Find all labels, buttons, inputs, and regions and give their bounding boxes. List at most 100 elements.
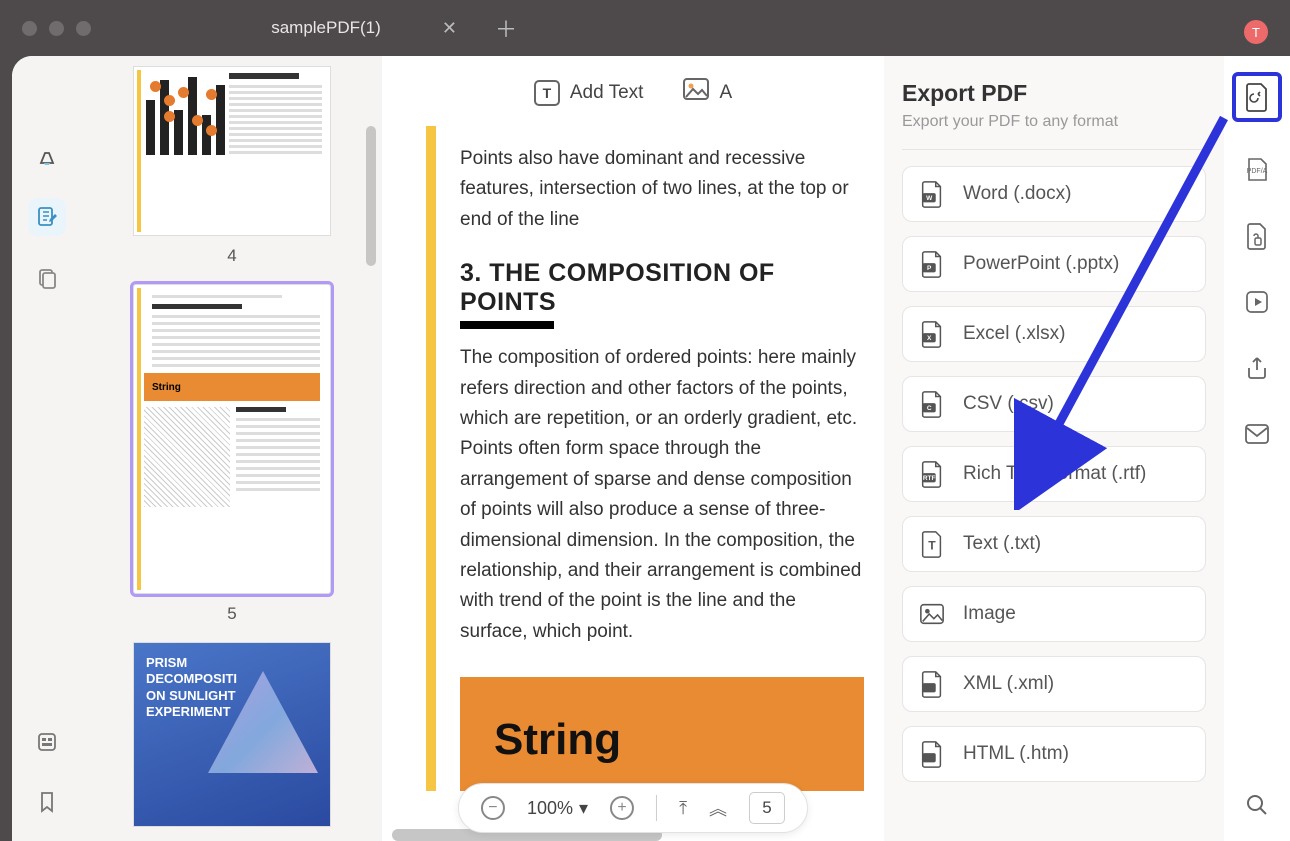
export-option-label: XML (.xml) bbox=[963, 673, 1054, 695]
excel-file-icon: X bbox=[919, 320, 945, 348]
export-panel: Export PDF Export your PDF to any format… bbox=[884, 56, 1224, 841]
form-tool-button[interactable] bbox=[28, 723, 66, 761]
export-subtitle: Export your PDF to any format bbox=[902, 113, 1206, 131]
export-option-label: HTML (.htm) bbox=[963, 743, 1069, 765]
window-controls bbox=[22, 21, 91, 36]
zoom-out-button[interactable]: − bbox=[481, 796, 505, 820]
export-option-label: Text (.txt) bbox=[963, 533, 1041, 555]
edit-tool-button[interactable] bbox=[28, 198, 66, 236]
left-sidebar-rail bbox=[12, 56, 82, 841]
export-option-label: Image bbox=[963, 603, 1016, 625]
document-content[interactable]: Points also have dominant and recessive … bbox=[410, 126, 884, 791]
mail-icon bbox=[1244, 423, 1270, 445]
user-avatar[interactable]: T bbox=[1244, 20, 1268, 44]
zoom-level-dropdown[interactable]: 100% ▾ bbox=[527, 798, 588, 819]
thumbnail-page-4[interactable] bbox=[133, 66, 331, 236]
csv-file-icon: C bbox=[919, 390, 945, 418]
paragraph: The composition of ordered points: here … bbox=[460, 343, 864, 647]
export-icon bbox=[1244, 82, 1270, 112]
text-icon: T bbox=[534, 80, 560, 106]
bookmark-icon bbox=[35, 790, 59, 814]
compress-icon bbox=[1245, 222, 1269, 250]
export-option-excel[interactable]: X Excel (.xlsx) bbox=[902, 306, 1206, 362]
html-file-icon bbox=[919, 740, 945, 768]
export-option-text[interactable]: T Text (.txt) bbox=[902, 516, 1206, 572]
string-block: String bbox=[460, 677, 864, 791]
thumbnail-page-number: 4 bbox=[227, 246, 236, 266]
minimize-window-icon[interactable] bbox=[49, 21, 64, 36]
svg-text:P: P bbox=[927, 265, 932, 272]
svg-text:X: X bbox=[927, 335, 932, 342]
pdfa-icon: PDF/A bbox=[1243, 157, 1271, 183]
document-view: T Add Text A Points also have dominant a… bbox=[382, 56, 884, 841]
page-number-input[interactable] bbox=[749, 792, 785, 824]
export-option-image[interactable]: Image bbox=[902, 586, 1206, 642]
text-file-icon: T bbox=[919, 530, 945, 558]
chevron-down-icon: ▾ bbox=[579, 798, 588, 819]
first-page-button[interactable]: ⤒ bbox=[679, 798, 687, 819]
section-heading: 3. THE COMPOSITION OF POINTS bbox=[460, 259, 864, 317]
export-option-label: Excel (.xlsx) bbox=[963, 323, 1065, 345]
play-icon bbox=[1244, 289, 1270, 315]
add-image-button[interactable]: A bbox=[683, 78, 732, 108]
close-tab-icon[interactable]: ✕ bbox=[442, 18, 457, 39]
zoom-toolbar: − 100% ▾ + ⤒ ︽ bbox=[458, 783, 808, 833]
export-option-label: PowerPoint (.pptx) bbox=[963, 253, 1119, 275]
pages-icon bbox=[35, 267, 59, 291]
top-toolbar: T Add Text A bbox=[382, 78, 884, 108]
share-button[interactable] bbox=[1239, 350, 1275, 386]
add-text-label: Add Text bbox=[570, 82, 644, 104]
export-option-powerpoint[interactable]: P PowerPoint (.pptx) bbox=[902, 236, 1206, 292]
pdfa-button[interactable]: PDF/A bbox=[1239, 152, 1275, 188]
thumbnail-page-number: 5 bbox=[227, 604, 236, 624]
zoom-in-button[interactable]: + bbox=[610, 796, 634, 820]
thumbnail-panel[interactable]: 4 String 5 bbox=[82, 56, 382, 841]
svg-text:RTF: RTF bbox=[923, 475, 936, 482]
rtf-file-icon: RTF bbox=[919, 460, 945, 488]
svg-text:C: C bbox=[927, 405, 932, 412]
pages-tool-button[interactable] bbox=[28, 260, 66, 298]
word-file-icon: W bbox=[919, 180, 945, 208]
share-icon bbox=[1244, 355, 1270, 381]
bookmark-tool-button[interactable] bbox=[28, 783, 66, 821]
export-title: Export PDF bbox=[902, 80, 1206, 107]
export-option-label: CSV (.csv) bbox=[963, 393, 1054, 415]
slideshow-button[interactable] bbox=[1239, 284, 1275, 320]
thumbnail-page-5[interactable]: String bbox=[133, 284, 331, 594]
svg-text:W: W bbox=[926, 195, 933, 202]
svg-text:PDF/A: PDF/A bbox=[1247, 168, 1268, 175]
email-button[interactable] bbox=[1239, 416, 1275, 452]
prev-page-button[interactable]: ︽ bbox=[709, 795, 727, 821]
svg-text:T: T bbox=[928, 539, 936, 553]
add-text-button[interactable]: T Add Text bbox=[534, 78, 644, 108]
thumbnail-scrollbar[interactable] bbox=[366, 126, 376, 266]
export-option-rtf[interactable]: RTF Rich Text Format (.rtf) bbox=[902, 446, 1206, 502]
search-icon bbox=[1244, 792, 1270, 818]
export-option-html[interactable]: HTML (.htm) bbox=[902, 726, 1206, 782]
paragraph: Points also have dominant and recessive … bbox=[460, 144, 864, 235]
search-button[interactable] bbox=[1239, 787, 1275, 823]
export-option-word[interactable]: W Word (.docx) bbox=[902, 166, 1206, 222]
edit-page-icon bbox=[35, 205, 59, 229]
close-window-icon[interactable] bbox=[22, 21, 37, 36]
highlighter-icon bbox=[35, 143, 59, 167]
maximize-window-icon[interactable] bbox=[76, 21, 91, 36]
thumbnail-item[interactable]: PRISM DECOMPOSITI ON SUNLIGHT EXPERIMENT bbox=[82, 642, 382, 827]
compress-button[interactable] bbox=[1239, 218, 1275, 254]
add-image-label: A bbox=[719, 82, 732, 104]
document-tab[interactable]: samplePDF(1) ✕ bbox=[181, 6, 471, 50]
highlighter-tool-button[interactable] bbox=[28, 136, 66, 174]
export-option-csv[interactable]: C CSV (.csv) bbox=[902, 376, 1206, 432]
titlebar: samplePDF(1) ✕ ＋ T bbox=[0, 0, 1290, 56]
thumbnail-item[interactable]: String 5 bbox=[82, 284, 382, 624]
thumbnail-page-6[interactable]: PRISM DECOMPOSITI ON SUNLIGHT EXPERIMENT bbox=[133, 642, 331, 827]
export-pdf-button[interactable] bbox=[1232, 72, 1282, 122]
export-option-label: Rich Text Format (.rtf) bbox=[963, 463, 1146, 485]
form-icon bbox=[35, 730, 59, 754]
export-option-xml[interactable]: XML (.xml) bbox=[902, 656, 1206, 712]
export-option-label: Word (.docx) bbox=[963, 183, 1071, 205]
image-icon bbox=[683, 78, 709, 108]
thumbnail-item[interactable]: 4 bbox=[82, 66, 382, 266]
new-tab-button[interactable]: ＋ bbox=[495, 12, 517, 44]
powerpoint-file-icon: P bbox=[919, 250, 945, 278]
